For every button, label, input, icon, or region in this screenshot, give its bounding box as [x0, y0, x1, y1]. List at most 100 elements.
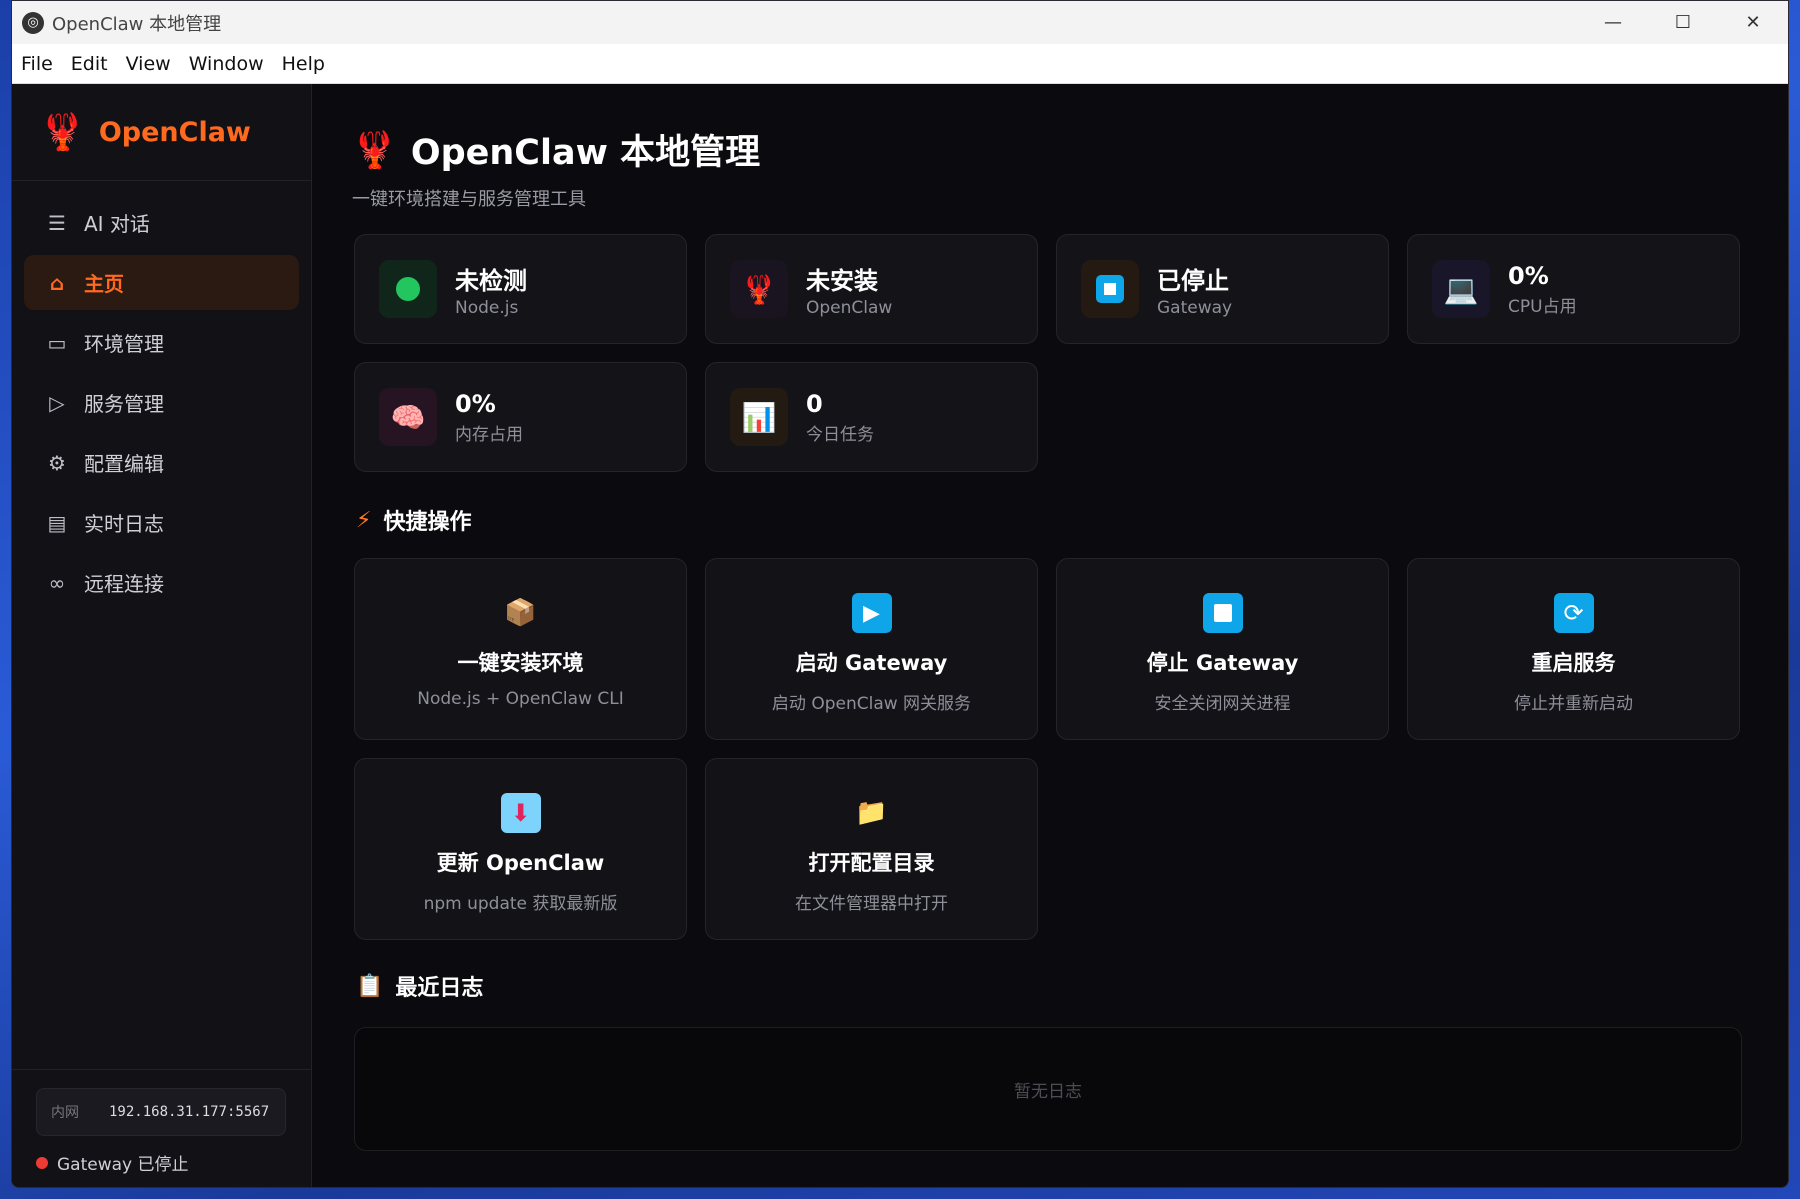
close-button[interactable]: ✕	[1718, 1, 1788, 44]
inbox-download-icon: ⬇	[500, 793, 541, 833]
sidebar-item-remote[interactable]: ∞ 远程连接	[24, 555, 299, 610]
green-dot-icon	[379, 260, 437, 318]
stat-card-openclaw: 🦞 未安装 OpenClaw	[705, 234, 1038, 344]
action-desc: 在文件管理器中打开	[795, 894, 948, 914]
menu-edit[interactable]: Edit	[71, 53, 108, 75]
log-panel: 暂无日志	[354, 1027, 1742, 1151]
sidebar-item-label: 服务管理	[84, 392, 164, 416]
action-desc: 启动 OpenClaw 网关服务	[771, 694, 972, 714]
stat-card-tasks: 📊 0 今日任务	[705, 362, 1038, 472]
gateway-status-text: Gateway 已停止	[57, 1155, 189, 1175]
maximize-button[interactable]: ☐	[1648, 1, 1718, 44]
action-desc: 停止并重新启动	[1514, 694, 1633, 714]
stat-value: 未检测	[455, 266, 527, 295]
update-openclaw-button[interactable]: ⬇ 更新 OpenClaw npm update 获取最新版	[354, 758, 687, 940]
play-icon: ▶	[851, 593, 892, 633]
stat-card-nodejs: 未检测 Node.js	[354, 234, 687, 344]
recent-logs-title: 📋 最近日志	[356, 973, 484, 1002]
open-config-dir-button[interactable]: 📁 打开配置目录 在文件管理器中打开	[705, 758, 1038, 940]
chart-icon: 📊	[730, 388, 788, 446]
lightning-icon: ⚡	[356, 507, 372, 533]
action-name: 停止 Gateway	[1146, 651, 1299, 675]
home-icon: ⌂	[49, 270, 65, 295]
empty-log-text: 暂无日志	[1014, 1081, 1082, 1102]
lobster-icon: 🦞	[352, 129, 397, 171]
sidebar-nav: ☰ AI 对话 ⌂ 主页 ▭ 环境管理 ▷ 服务管理 ⚙ 配置编辑 ▤ 实时日志…	[12, 181, 311, 610]
sidebar-item-logs[interactable]: ▤ 实时日志	[24, 495, 299, 550]
stat-value: 0%	[1508, 261, 1549, 290]
sidebar-item-environment[interactable]: ▭ 环境管理	[24, 315, 299, 370]
stat-label: Node.js	[455, 297, 519, 318]
window-title: OpenClaw 本地管理	[52, 13, 222, 35]
folder-icon: 📁	[855, 798, 888, 828]
start-gateway-button[interactable]: ▶ 启动 Gateway 启动 OpenClaw 网关服务	[705, 558, 1038, 740]
address-label: 内网	[51, 1105, 79, 1121]
action-name: 重启服务	[1531, 651, 1616, 675]
brand-name: OpenClaw	[98, 116, 251, 148]
menu-window[interactable]: Window	[189, 53, 264, 75]
stop-gateway-button[interactable]: 停止 Gateway 安全关闭网关进程	[1056, 558, 1389, 740]
action-name: 一键安装环境	[457, 651, 584, 675]
gear-icon: ⚙	[48, 450, 66, 475]
stop-icon	[1202, 593, 1243, 633]
stat-label: 内存占用	[455, 424, 523, 445]
action-desc: 安全关闭网关进程	[1154, 694, 1291, 714]
page-title: 🦞 OpenClaw 本地管理	[352, 124, 1788, 175]
action-name: 打开配置目录	[808, 851, 935, 875]
sidebar-item-label: 主页	[84, 272, 124, 296]
lobster-icon: 🦞	[40, 112, 85, 153]
stat-card-gateway: 已停止 Gateway	[1056, 234, 1389, 344]
sidebar-item-config[interactable]: ⚙ 配置编辑	[24, 435, 299, 490]
main-content: 🦞 OpenClaw 本地管理 一键环境搭建与服务管理工具 未检测 Node.j…	[312, 84, 1788, 1187]
sidebar-item-label: 配置编辑	[84, 452, 164, 476]
quick-actions-title: ⚡ 快捷操作	[356, 507, 472, 536]
sidebar-item-label: 远程连接	[84, 572, 164, 596]
stat-value: 0	[806, 389, 823, 418]
stat-card-cpu: 💻 0% CPU占用	[1407, 234, 1740, 344]
app-logo-icon: ◎	[22, 11, 44, 34]
brain-icon: 🧠	[379, 388, 437, 446]
clipboard-icon: 📋	[356, 973, 384, 999]
page-title-text: OpenClaw 本地管理	[410, 133, 761, 173]
restart-service-button[interactable]: ⟳ 重启服务 停止并重新启动	[1407, 558, 1740, 740]
stat-value: 未安装	[806, 266, 878, 295]
sidebar-item-label: AI 对话	[84, 212, 150, 236]
link-icon: ∞	[48, 570, 66, 595]
minimize-button[interactable]: —	[1578, 1, 1648, 44]
sidebar-item-home[interactable]: ⌂ 主页	[24, 255, 299, 310]
title-bar: ◎ OpenClaw 本地管理 — ☐ ✕	[12, 1, 1788, 44]
page-subtitle: 一键环境搭建与服务管理工具	[352, 189, 586, 210]
menu-help[interactable]: Help	[282, 53, 325, 75]
stat-label: Gateway	[1157, 297, 1233, 318]
stat-card-memory: 🧠 0% 内存占用	[354, 362, 687, 472]
app-window: ◎ OpenClaw 本地管理 — ☐ ✕ File Edit View Win…	[11, 0, 1789, 1188]
gateway-status: Gateway 已停止	[36, 1150, 189, 1175]
status-dot-icon	[36, 1156, 48, 1169]
sidebar-brand: 🦞 OpenClaw	[12, 84, 311, 181]
sidebar-item-services[interactable]: ▷ 服务管理	[24, 375, 299, 430]
refresh-icon: ⟳	[1553, 593, 1594, 633]
stat-value: 已停止	[1157, 266, 1229, 295]
play-circle-icon: ▷	[49, 390, 65, 415]
network-address[interactable]: 内网 192.168.31.177:5567	[36, 1088, 286, 1136]
monitor-icon: ▭	[47, 330, 67, 355]
action-name: 更新 OpenClaw	[436, 851, 605, 875]
install-env-button[interactable]: 📦 一键安装环境 Node.js + OpenClaw CLI	[354, 558, 687, 740]
sidebar: 🦞 OpenClaw ☰ AI 对话 ⌂ 主页 ▭ 环境管理 ▷ 服务管理 ⚙ …	[12, 84, 312, 1187]
action-desc: npm update 获取最新版	[423, 894, 618, 914]
address-value: 192.168.31.177:5567	[109, 1104, 270, 1120]
chat-icon: ☰	[48, 210, 66, 235]
stop-icon	[1081, 260, 1139, 318]
sidebar-item-label: 实时日志	[84, 512, 164, 536]
stat-value: 0%	[455, 389, 496, 418]
menu-file[interactable]: File	[21, 53, 53, 75]
lobster-icon: 🦞	[730, 260, 788, 318]
stat-label: CPU占用	[1508, 296, 1577, 317]
action-desc: Node.js + OpenClaw CLI	[417, 689, 624, 709]
menu-view[interactable]: View	[126, 53, 171, 75]
laptop-icon: 💻	[1432, 260, 1490, 318]
stat-label: 今日任务	[806, 424, 874, 445]
sidebar-item-ai-chat[interactable]: ☰ AI 对话	[24, 195, 299, 250]
document-icon: ▤	[47, 510, 67, 535]
sidebar-footer: 内网 192.168.31.177:5567 Gateway 已停止	[12, 1069, 311, 1187]
